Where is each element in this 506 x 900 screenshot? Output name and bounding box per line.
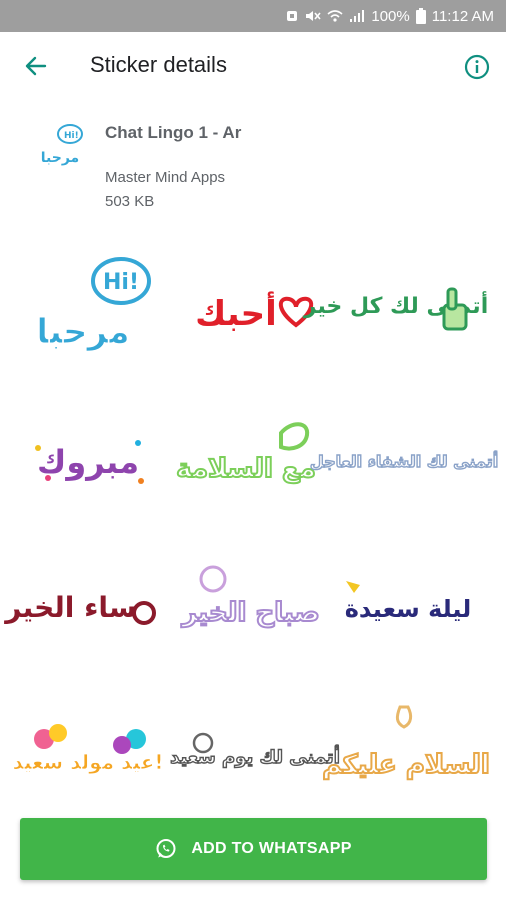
back-button[interactable] — [18, 48, 54, 84]
whatsapp-icon — [156, 839, 176, 858]
sticker-12-text: السلام عليكم — [322, 750, 489, 780]
arrow-left-icon — [25, 56, 47, 76]
signal-icon — [349, 9, 365, 23]
mute-icon — [305, 9, 321, 23]
battery-icon — [415, 8, 426, 24]
info-button[interactable] — [459, 49, 495, 85]
battery-percent: 100% — [371, 7, 410, 25]
sticker-6-text: أتمنى لك الشفاء العاجل — [310, 451, 498, 471]
sticker-4-text: مبروك — [37, 443, 139, 481]
page-title: Sticker details — [90, 52, 227, 77]
sticker-1-badge: Hi! — [103, 270, 139, 295]
sticker-8-text: صباح الخير — [180, 598, 320, 628]
info-icon — [464, 54, 490, 80]
pack-publisher: Master Mind Apps — [105, 169, 226, 186]
pack-tray-icon: Hi! مرحبا — [34, 120, 86, 172]
pack-header: Hi! مرحبا Chat Lingo 1 - Ar Master Mind … — [0, 110, 506, 220]
status-bar: 100% 11:12 AM — [0, 0, 506, 32]
sticker-11[interactable]: أتمنى لك يوم سعيد — [169, 689, 341, 819]
sticker-1[interactable]: Hi! مرحبا — [18, 245, 158, 375]
sticker-10[interactable]: عيد مولد سعيد! — [12, 689, 164, 819]
pack-name: Chat Lingo 1 - Ar — [105, 123, 242, 142]
sticker-7-text: مساء الخير — [3, 591, 155, 624]
alarm-icon — [285, 9, 299, 23]
sticker-9-text: ليلة سعيدة — [345, 595, 472, 623]
sticker-9[interactable]: ليلة سعيدة — [336, 541, 476, 671]
app-bar: Sticker details — [0, 32, 506, 100]
sticker-8[interactable]: صباح الخير — [179, 541, 321, 671]
add-to-whatsapp-label: ADD TO WHATSAPP — [191, 840, 352, 857]
sticker-4[interactable]: مبروك — [18, 393, 158, 523]
pack-icon-text: مرحبا — [41, 150, 79, 166]
sticker-grid: Hi! مرحبا أحبك أتمنى لك كل خير مبروك مع … — [0, 245, 506, 810]
sticker-3[interactable]: أتمنى لك كل خير — [303, 245, 488, 375]
sticker-7[interactable]: مساء الخير — [3, 541, 158, 671]
add-to-whatsapp-button[interactable]: ADD TO WHATSAPP — [20, 818, 487, 880]
svg-text:Hi!: Hi! — [64, 131, 79, 141]
sticker-6[interactable]: أتمنى لك الشفاء العاجل — [309, 393, 499, 523]
sticker-11-text: أتمنى لك يوم سعيد — [170, 745, 340, 768]
pack-size: 503 KB — [105, 193, 155, 210]
sticker-1-text: مرحبا — [36, 312, 129, 352]
sticker-5-text: مع السلامة — [176, 454, 316, 484]
sticker-5[interactable]: مع السلامة — [175, 393, 321, 523]
sticker-2[interactable]: أحبك — [181, 245, 321, 375]
sticker-12[interactable]: السلام عليكم — [321, 689, 491, 819]
wifi-icon — [327, 9, 343, 23]
clock: 11:12 AM — [431, 7, 494, 25]
sticker-2-text: أحبك — [195, 291, 277, 334]
sticker-10-text: عيد مولد سعيد! — [12, 750, 163, 774]
